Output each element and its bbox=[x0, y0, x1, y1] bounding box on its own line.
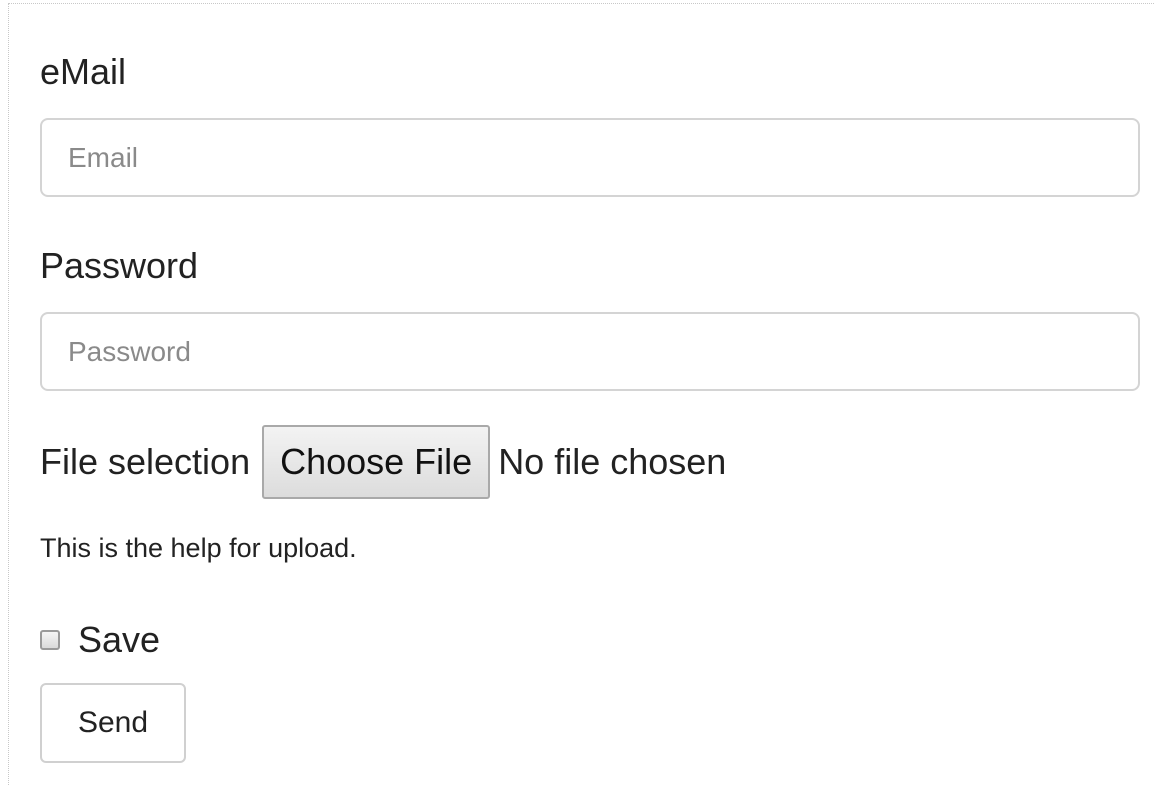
file-selection-row: File selection Choose File No file chose… bbox=[40, 424, 726, 500]
save-option: Save bbox=[40, 618, 160, 662]
save-checkbox-label[interactable]: Save bbox=[78, 619, 160, 661]
email-label: eMail bbox=[40, 51, 127, 92]
file-selection-label: File selection bbox=[40, 441, 251, 482]
save-checkbox[interactable] bbox=[40, 630, 60, 650]
email-field[interactable] bbox=[40, 118, 1140, 197]
send-button[interactable]: Send bbox=[40, 683, 186, 763]
password-field[interactable] bbox=[40, 312, 1140, 391]
upload-help-text: This is the help for upload. bbox=[40, 533, 357, 563]
choose-file-button[interactable]: Choose File bbox=[262, 425, 491, 499]
file-status-text: No file chosen bbox=[498, 441, 727, 482]
password-label: Password bbox=[40, 245, 199, 286]
